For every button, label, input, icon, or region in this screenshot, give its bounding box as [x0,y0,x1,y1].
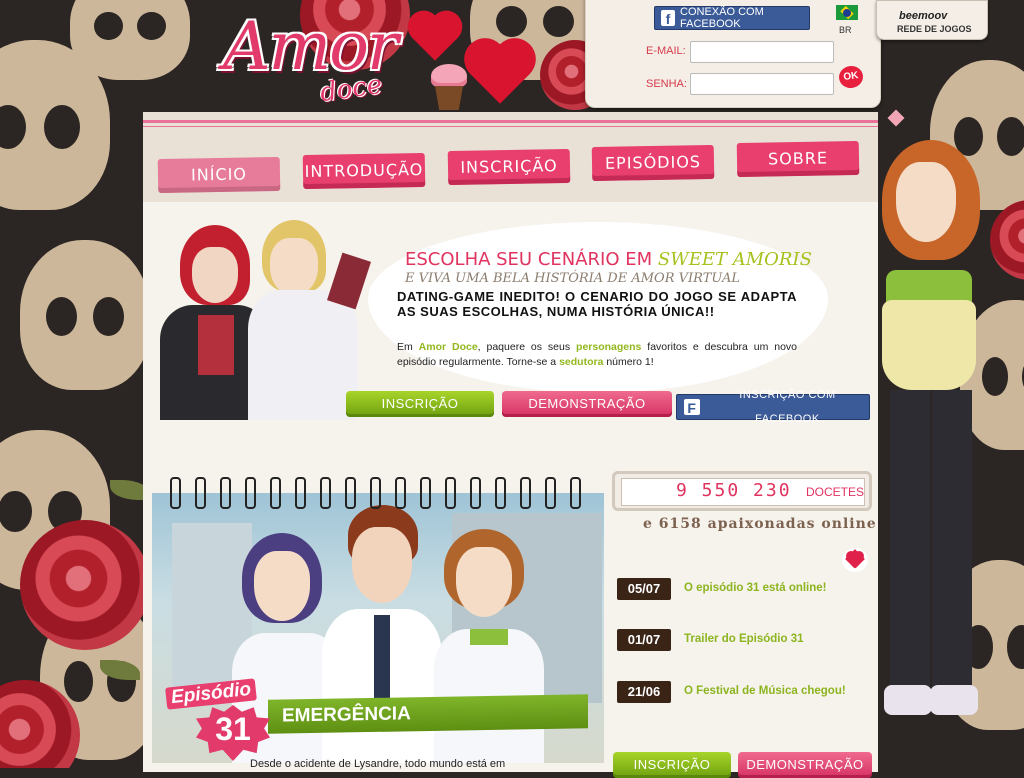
news-item[interactable]: 01/07 Trailer do Episódio 31 [617,629,867,653]
nav-inicio[interactable]: Início [157,156,281,194]
hero-description: Em Amor Doce, paquere os seus personagen… [397,340,797,370]
login-box: f CONEXÃO COM FACEBOOK BR E-MAIL: SENHA:… [585,0,881,108]
facebook-icon: f [661,10,676,27]
hero-title: ESCOLHA SEU CENÁRIO EM SWEET AMORIS [405,249,812,270]
news-item[interactable]: 05/07 O episódio 31 está online! [617,578,867,602]
ok-button[interactable]: OK [837,64,865,90]
hero-title-prefix: ESCOLHA SEU CENÁRIO EM [405,249,653,270]
player-count-unit: DOCETES [806,485,865,499]
spiral-ring [295,477,306,509]
nav-inscricao[interactable]: Inscrição [447,148,571,186]
spiral-ring [270,477,281,509]
facebook-connect-label: CONEXÃO COM FACEBOOK [680,6,764,30]
spiral-ring [195,477,206,509]
spiral-ring [545,477,556,509]
episode-teaser: Desde o acidente de Lysandre, todo mundo… [250,758,506,770]
language-label: BR [839,25,852,35]
email-label: E-MAIL: [646,45,686,57]
spiral-ring [420,477,431,509]
personagens-link[interactable]: personagens [576,341,641,353]
spiral-ring [395,477,406,509]
spiral-ring [370,477,381,509]
episode-number: 31 [215,711,251,747]
spiral-ring [345,477,356,509]
heart-icon [842,548,868,572]
spiral-ring [245,477,256,509]
spiral-ring [570,477,581,509]
divider [143,120,878,123]
divider [143,126,878,127]
nav-introducao[interactable]: Introdução [302,152,426,190]
email-field[interactable] [690,41,834,63]
password-label: SENHA: [646,78,687,90]
cupcake-icon [429,64,469,114]
amor-doce-logo[interactable]: Amor doce [215,4,545,124]
spiral-ring [320,477,331,509]
hero-desc-part: Em [397,341,413,353]
news-item[interactable]: 21/06 O Festival de Música chegou! [617,681,867,705]
news-title[interactable]: O Festival de Música chegou! [684,685,846,697]
signup-button[interactable]: INSCRIÇÃO [346,391,494,417]
nav-sobre[interactable]: Sobre [736,140,860,178]
heart-icon [470,44,530,104]
news-date: 01/07 [617,629,671,651]
sedutora-link[interactable]: sedutora [559,356,603,368]
facebook-signup-label: INSCRIÇÃO COM FACEBOOK [739,389,836,425]
spiral-ring [520,477,531,509]
character-girl-mascot [878,120,988,760]
news-date: 05/07 [617,578,671,600]
news-title[interactable]: O episódio 31 está online! [684,582,827,594]
facebook-connect-button[interactable]: f CONEXÃO COM FACEBOOK [654,6,810,30]
hero-tagline: DATING-GAME INEDITO! O CENARIO DO JOGO S… [397,289,797,319]
side-demo-button[interactable]: DEMONSTRAÇÃO [738,752,872,778]
side-signup-button[interactable]: INSCRIÇÃO [613,752,731,778]
demo-button[interactable]: DEMONSTRAÇÃO [502,391,672,417]
hero-game-name: SWEET AMORIS [657,249,812,270]
hero-subtitle: E VIVA UMA BELA HISTÓRIA DE AMOR VIRTUAL [405,271,740,286]
spiral-ring [470,477,481,509]
spiral-ring [170,477,181,509]
player-count: 9 550 230 [676,480,792,501]
beemoov-logo: beemoov [899,10,948,22]
network-label: REDE DE JOGOS [897,24,972,34]
heart-icon [412,15,458,61]
spiral-ring [445,477,456,509]
online-count: e 6158 apaixonadas online [643,516,877,532]
brazil-flag-icon[interactable] [836,5,858,20]
news-date: 21/06 [617,681,671,703]
hero-desc-part: número 1! [606,356,654,368]
episode-card[interactable]: EMERGÊNCIA 31 Episódio [150,477,605,768]
nav-episodios[interactable]: Episódios [591,144,715,182]
brand-link[interactable]: Amor Doce [419,341,478,353]
facebook-icon: f [684,399,700,416]
character-blonde [248,220,378,420]
hero-desc-part: , paquere os seus [477,341,571,353]
spiral-ring [495,477,506,509]
network-badge[interactable]: beemoov REDE DE JOGOS [876,0,988,40]
facebook-signup-button[interactable]: f INSCRIÇÃO COM FACEBOOK [676,389,870,425]
spiral-ring [220,477,231,509]
news-title[interactable]: Trailer do Episódio 31 [684,633,804,645]
episode-title: EMERGÊNCIA [268,694,588,734]
password-field[interactable] [690,73,834,95]
